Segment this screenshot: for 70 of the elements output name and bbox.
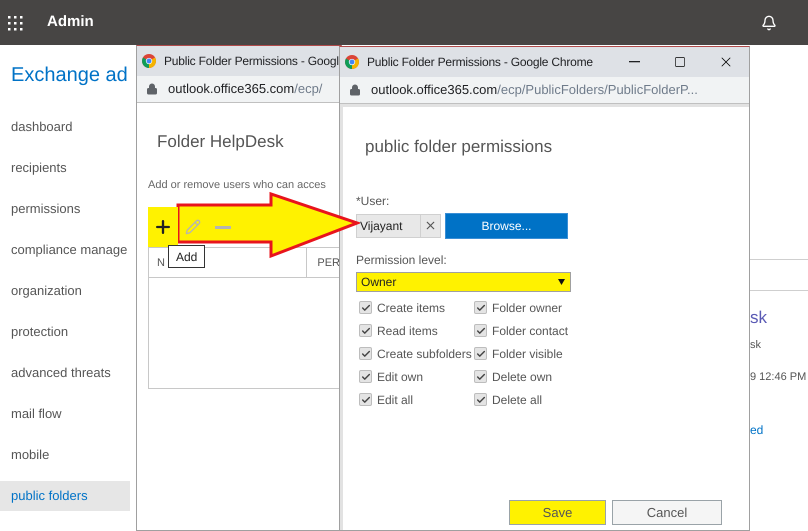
- add-button[interactable]: [148, 207, 178, 247]
- details-text: sk: [750, 338, 762, 353]
- permission-checkbox[interactable]: Delete own: [474, 368, 614, 384]
- user-label: *User:: [356, 192, 390, 210]
- nav-item[interactable]: dashboard: [0, 112, 130, 142]
- clear-icon: [424, 219, 437, 232]
- save-button[interactable]: Save: [509, 500, 606, 525]
- browser-logo-icon: [345, 55, 359, 69]
- user-field[interactable]: Vijayant: [356, 214, 441, 238]
- permission-checkbox[interactable]: Create subfolders: [359, 346, 474, 362]
- lock-icon: [146, 83, 158, 95]
- nav-item[interactable]: compliance manage: [0, 235, 130, 265]
- browser-logo-icon: [142, 54, 156, 68]
- select-value: Owner: [361, 274, 398, 290]
- column-header[interactable]: PER: [307, 248, 340, 278]
- pencil-icon: [185, 219, 201, 235]
- checkmark-icon: [360, 394, 370, 404]
- nav-item[interactable]: mail flow: [0, 399, 130, 429]
- checkmark-icon: [476, 326, 486, 336]
- nav-item[interactable]: protection: [0, 317, 130, 347]
- nav-item[interactable]: permissions: [0, 194, 130, 224]
- notification-bell-icon[interactable]: [761, 14, 777, 30]
- nav-item[interactable]: advanced threats: [0, 358, 130, 388]
- folder-heading: Folder HelpDesk: [157, 131, 285, 153]
- address-bar[interactable]: outlook.office365.com/ecp/: [137, 76, 341, 103]
- app-title: Admin: [47, 12, 94, 32]
- permission-checkbox[interactable]: Edit all: [359, 392, 474, 408]
- details-text: sk: [750, 307, 768, 329]
- checkmark-icon: [476, 372, 486, 382]
- lock-icon: [349, 84, 361, 96]
- address-bar[interactable]: outlook.office365.com/ecp/PublicFolders/PublicFolderP...: [340, 77, 749, 104]
- maximize-icon: [674, 56, 686, 68]
- permission-checkbox[interactable]: Folder visible: [474, 346, 614, 362]
- user-name: Vijayant: [359, 218, 404, 234]
- window-title: Public Folder Permissions - Google Chrome: [367, 54, 593, 71]
- url-text: outlook.office365.com/ecp/PublicFolders/PublicFolderP...: [371, 81, 698, 100]
- caret-icon: [558, 278, 565, 284]
- checkmark-icon: [476, 394, 486, 404]
- details-text: 9 12:46 PM: [750, 370, 808, 385]
- nav-item[interactable]: organization: [0, 276, 130, 306]
- cancel-button[interactable]: Cancel: [612, 500, 722, 525]
- checkmark-icon: [476, 348, 486, 358]
- browse-button[interactable]: Browse...: [445, 212, 568, 238]
- permission-checkbox[interactable]: Folder contact: [474, 322, 614, 338]
- checkmark-icon: [360, 348, 370, 358]
- permission-level-select[interactable]: Owner: [356, 272, 571, 292]
- permission-checkbox[interactable]: Create items: [359, 300, 474, 316]
- permission-checkbox[interactable]: Delete all: [474, 392, 614, 408]
- window-title: Public Folder Permissions - Googl: [164, 53, 339, 70]
- plus-icon: [153, 217, 173, 237]
- permission-checkbox[interactable]: Edit own: [359, 368, 474, 384]
- page-title: Exchange ad: [11, 63, 129, 88]
- minus-icon: [215, 226, 231, 228]
- details-link[interactable]: ed: [750, 421, 808, 441]
- permission-checkbox[interactable]: Read items: [359, 322, 474, 338]
- permission-checkbox[interactable]: Folder owner: [474, 300, 614, 316]
- checkmark-icon: [360, 302, 370, 312]
- dialog-heading: public folder permissions: [365, 136, 554, 158]
- checkmark-icon: [360, 326, 370, 336]
- checkmark-icon: [360, 372, 370, 382]
- nav-item[interactable]: mobile: [0, 440, 130, 470]
- nav-item[interactable]: public folders: [0, 481, 130, 511]
- instructions-text: Add or remove users who can acces: [148, 178, 327, 192]
- nav-item[interactable]: recipients: [0, 153, 130, 183]
- permission-level-label: Permission level:: [356, 252, 448, 268]
- url-text: outlook.office365.com/ecp/: [168, 80, 322, 98]
- minimize-icon: [628, 61, 640, 63]
- app-launcher-icon[interactable]: [7, 14, 23, 30]
- checkmark-icon: [476, 302, 486, 312]
- tooltip: Add: [168, 245, 206, 268]
